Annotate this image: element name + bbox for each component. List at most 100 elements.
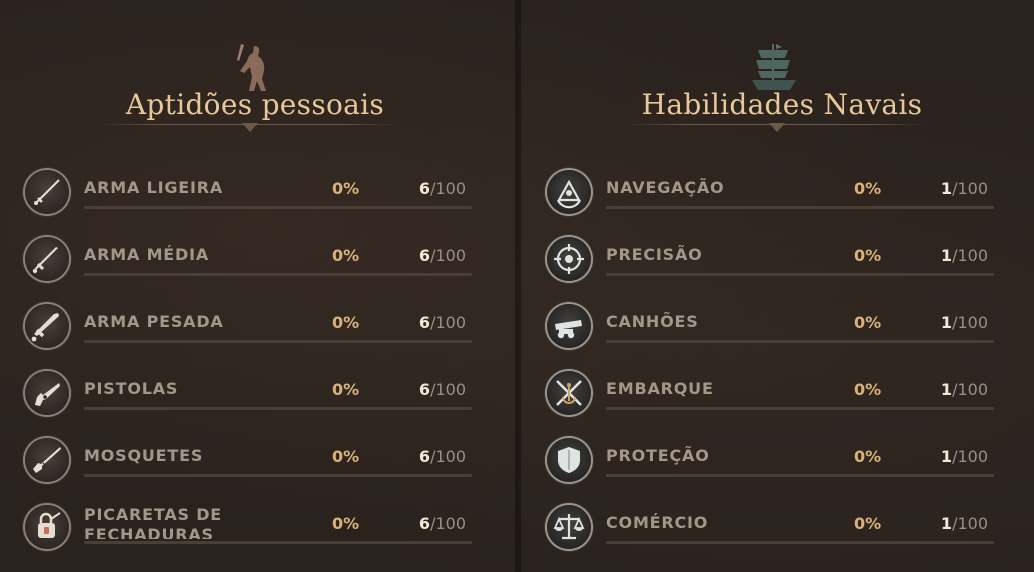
skill-max: /100 [430, 447, 466, 466]
skill-current: 6 [418, 313, 431, 332]
skill-score: 1/100 [912, 179, 988, 198]
skill-row-commerce[interactable]: COMÉRCIO 0% 1/100 [532, 502, 1012, 552]
skill-progress-bar [606, 273, 994, 276]
skill-row-heavy-weapon[interactable]: ARMA PESADA 0% 6/100 [10, 301, 490, 351]
scales-icon [547, 505, 591, 549]
skill-row-medium-weapon[interactable]: ARMA MÉDIA 0% 6/100 [10, 234, 490, 284]
skill-max: /100 [952, 380, 988, 399]
skill-row-muskets[interactable]: MOSQUETES 0% 6/100 [10, 435, 490, 485]
skill-row-light-weapon[interactable]: ARMA LIGEIRA 0% 6/100 [10, 167, 490, 217]
skill-label: ARMA PESADA [84, 312, 224, 331]
title-caret [242, 123, 258, 132]
light-sword-icon [25, 170, 69, 214]
skill-label: PROTEÇÃO [606, 446, 710, 465]
cannon-icon [547, 304, 591, 348]
skill-row-cannons[interactable]: CANHÕES 0% 1/100 [532, 301, 1012, 351]
skill-current: 1 [940, 179, 953, 198]
skill-progress-bar [84, 407, 472, 410]
skill-current: 6 [418, 246, 431, 265]
skill-current: 1 [940, 447, 953, 466]
skill-max: /100 [430, 380, 466, 399]
panel-divider [515, 0, 521, 572]
skill-percent: 0% [332, 179, 360, 198]
skill-max: /100 [430, 313, 466, 332]
skill-percent: 0% [854, 380, 882, 399]
musket-icon [25, 438, 69, 482]
skill-percent: 0% [854, 246, 882, 265]
skill-label: ARMA LIGEIRA [84, 178, 224, 197]
skill-progress-bar [84, 474, 472, 477]
skill-score: 6/100 [390, 380, 466, 399]
skill-row-precision[interactable]: PRECISÃO 0% 1/100 [532, 234, 1012, 284]
skill-percent: 0% [332, 246, 360, 265]
skill-progress-bar [606, 474, 994, 477]
skill-current: 6 [418, 380, 431, 399]
skill-current: 6 [418, 447, 431, 466]
skill-current: 6 [418, 179, 431, 198]
skill-row-boarding[interactable]: EMBARQUE 0% 1/100 [532, 368, 1012, 418]
personal-skills-title: Aptidões pessoais [125, 88, 385, 121]
skill-row-protection[interactable]: PROTEÇÃO 0% 1/100 [532, 435, 1012, 485]
skill-percent: 0% [854, 179, 882, 198]
skill-score: 1/100 [912, 380, 988, 399]
medium-sword-icon [25, 237, 69, 281]
heavy-sword-icon [25, 304, 69, 348]
skill-current: 1 [940, 246, 953, 265]
skill-progress-bar [606, 541, 994, 544]
skill-percent: 0% [854, 514, 882, 533]
skill-label: CANHÕES [606, 312, 699, 331]
skill-score: 6/100 [390, 246, 466, 265]
skill-label: PISTOLAS [84, 379, 179, 398]
skill-progress-bar [606, 340, 994, 343]
skill-current: 1 [940, 380, 953, 399]
personal-skills-panel: Aptidões pessoais ARMA LIGEIRA 0% 6/100 … [10, 0, 510, 572]
skill-score: 6/100 [390, 447, 466, 466]
skill-label: PICARETAS DE FECHADURAS [84, 505, 223, 539]
skill-score: 1/100 [912, 246, 988, 265]
naval-skills-panel: Habilidades Navais NAVEGAÇÃO 0% 1/100 PR… [532, 0, 1032, 572]
skill-current: 6 [418, 514, 431, 533]
skill-percent: 0% [332, 380, 360, 399]
skill-progress-bar [84, 340, 472, 343]
skill-label: PRECISÃO [606, 245, 703, 264]
skill-max: /100 [952, 514, 988, 533]
skill-progress-bar [84, 541, 472, 544]
skill-max: /100 [430, 246, 466, 265]
skill-row-navigation[interactable]: NAVEGAÇÃO 0% 1/100 [532, 167, 1012, 217]
skill-percent: 0% [332, 313, 360, 332]
skill-label: COMÉRCIO [606, 513, 709, 532]
skill-label: MOSQUETES [84, 446, 204, 465]
skill-max: /100 [430, 179, 466, 198]
skill-percent: 0% [854, 447, 882, 466]
boarding-icon [547, 371, 591, 415]
skill-current: 1 [940, 514, 953, 533]
skill-max: /100 [952, 447, 988, 466]
skill-max: /100 [952, 246, 988, 265]
skill-progress-bar [84, 206, 472, 209]
skill-score: 6/100 [390, 514, 466, 533]
shield-icon [547, 438, 591, 482]
skill-current: 1 [940, 313, 953, 332]
lockpick-icon [25, 505, 69, 549]
sextant-icon [547, 170, 591, 214]
skill-progress-bar [84, 273, 472, 276]
skill-row-pistols[interactable]: PISTOLAS 0% 6/100 [10, 368, 490, 418]
naval-skills-title: Habilidades Navais [641, 88, 923, 121]
skill-score: 1/100 [912, 514, 988, 533]
skill-progress-bar [606, 407, 994, 410]
skill-max: /100 [952, 313, 988, 332]
skill-label: ARMA MÉDIA [84, 245, 210, 264]
skill-label: NAVEGAÇÃO [606, 178, 725, 197]
crosshair-icon [547, 237, 591, 281]
pistol-icon [25, 371, 69, 415]
skill-percent: 0% [332, 447, 360, 466]
skill-score: 1/100 [912, 447, 988, 466]
skill-percent: 0% [332, 514, 360, 533]
skill-row-lockpicks[interactable]: PICARETAS DE FECHADURAS 0% 6/100 [10, 502, 490, 552]
skill-label: EMBARQUE [606, 379, 714, 398]
skill-percent: 0% [854, 313, 882, 332]
skill-score: 6/100 [390, 313, 466, 332]
skill-max: /100 [952, 179, 988, 198]
skill-progress-bar [606, 206, 994, 209]
skill-score: 6/100 [390, 179, 466, 198]
